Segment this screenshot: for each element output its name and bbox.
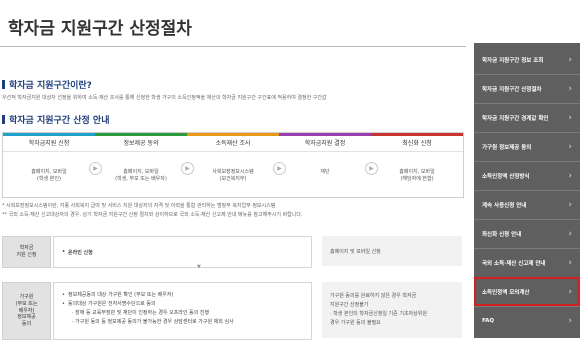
homepage-mobile-text: 홈페이지 및 모바일 신청 <box>330 249 381 255</box>
row-content-application: 온라인 신청 <box>53 236 312 268</box>
sidebar-item-procedure[interactable]: 학자금 지원구간 산정절차 › <box>474 74 580 103</box>
consent-note-4: 경우 가구원 동의 불필요 <box>330 320 381 326</box>
chevron-right-icon: › <box>568 84 572 94</box>
sidebar-item-label: 학자금 지원구간 산정절차 <box>482 87 542 93</box>
section-heading-definition: 학자금 지원구간이란? <box>2 78 92 91</box>
sidebar-item-label: 계속 사용신청 안내 <box>482 203 527 209</box>
step-title: 정보제공 동의 <box>95 136 187 152</box>
row-label-application: 학자금 지원 신청 <box>2 236 51 268</box>
note-overseas-report: ** 국외 소득·재산 신고대상자의 경우, 상기 학자금 지원구간 산정 절차… <box>2 212 303 218</box>
chevron-right-icon: › <box>568 229 572 239</box>
step-title: 학자금지원 결정 <box>279 136 371 152</box>
row-right-application: 홈페이지 및 모바일 신청 <box>322 236 462 266</box>
sidebar-item-continue-use[interactable]: 계속 사용신청 안내 › <box>474 190 580 219</box>
sidebar-item-label: 소득인정액 산정방식 <box>482 174 530 180</box>
chevron-right-icon: › <box>568 54 572 65</box>
sidebar-item-simulation[interactable]: 소득인정액 모의계산 › <box>474 277 580 306</box>
chevron-right-icon: › <box>568 142 572 152</box>
step-investigation: 소득재산 조사 사회보장정보시스템 (보건복지부) <box>187 136 279 197</box>
row-content-consent: 정보제공동의 대상 가구원 확인 (부모 또는 배우자) 동의대상 가구원은 전… <box>53 282 312 340</box>
sidebar-item-update[interactable]: 최신화 신청 안내 › <box>474 219 580 248</box>
row-right-consent: 가구원 동의를 완료하지 않은 경우 학자금 지원구간 산정불가 · 학생 본인… <box>322 282 462 338</box>
chevron-right-icon: › <box>568 316 572 326</box>
step-line1: 사회보장정보시스템 <box>212 169 254 175</box>
step-application: 학자금지원 신청 홈페이지, 모바일 (학생 본인) <box>3 136 95 197</box>
title-divider <box>0 46 466 47</box>
step-line1: 홈페이지, 모바일 <box>123 169 159 175</box>
step-line1: 홈페이지, 모바일 <box>399 169 435 175</box>
consent-note-2: 지원구간 산정불가 <box>330 302 369 308</box>
note-social-security-system: * 사회보장정보시스템이란, 각종 사회복지 급여 및 서비스 지원 대상자의 … <box>2 203 276 209</box>
online-application-text: 온라인 신청 <box>60 249 93 256</box>
consent-item-4: · 가구원 동의 등 정보제공 동의가 불가능한 경우 상담센터로 가구원 제외… <box>72 319 234 325</box>
down-arrow-icon: ▼ <box>197 264 201 270</box>
chevron-right-icon: ▶ <box>89 162 102 175</box>
step-title: 최신화 신청 <box>371 136 463 152</box>
step-line2: (학생 본인) <box>37 176 61 182</box>
step-consent: 정보제공 동의 홈페이지, 모바일 (학생, 부모 또는 배우자) <box>95 136 187 197</box>
consent-item-2: 동의대상 가구원은 전자서명수단으로 동의 <box>60 300 234 309</box>
sidebar-item-overseas[interactable]: 국외 소득·재산 신고제 안내 › <box>474 248 580 277</box>
chevron-right-icon: ▶ <box>181 162 194 175</box>
chevron-right-icon: › <box>568 287 572 297</box>
step-line2: (해당자에 한함) <box>400 176 434 182</box>
sidebar-item-label: 소득인정액 모의계산 <box>482 290 530 296</box>
chevron-right-icon: › <box>568 258 572 268</box>
section-heading-procedure: 학자금 지원구간 산정 안내 <box>2 113 109 126</box>
sidebar-item-label: 최신화 신청 안내 <box>482 232 522 238</box>
sidebar-item-faq[interactable]: FAQ › <box>474 306 580 335</box>
sidebar-item-label: 국외 소득·재산 신고제 안내 <box>482 261 546 267</box>
step-title: 학자금지원 신청 <box>3 136 95 152</box>
chevron-right-icon: › <box>568 171 572 181</box>
sidebar-item-label: FAQ <box>482 318 495 324</box>
sidebar-item-label: 학자금 지원구간 정보 조회 <box>482 57 544 64</box>
chevron-right-icon: ▶ <box>273 162 286 175</box>
chevron-right-icon: › <box>568 113 572 123</box>
step-line2: (보건복지부) <box>219 176 247 182</box>
sidebar-item-consent[interactable]: 가구원 정보제공 동의 › <box>474 132 580 161</box>
step-line1: 재단 <box>320 169 330 175</box>
sidebar-menu: 학자금 지원구간 정보 조회 › 학자금 지원구간 산정절차 › 학자금 지원구… <box>474 43 580 338</box>
consent-item-1: 정보제공동의 대상 가구원 확인 (부모 또는 배우자) <box>60 291 234 300</box>
chevron-right-icon: ▶ <box>365 162 378 175</box>
consent-note-1: 가구원 동의를 완료하지 않은 경우 학자금 <box>330 293 417 299</box>
sidebar-item-income-method[interactable]: 소득인정액 산정방식 › <box>474 161 580 190</box>
sidebar-item-lookup[interactable]: 학자금 지원구간 정보 조회 › <box>474 45 580 74</box>
step-line2: (학생, 부모 또는 배우자) <box>115 176 167 182</box>
consent-item-3: · 장애 등 교육부장관 및 재단이 인정하는 경우 오프라인 동의 진행 <box>72 310 210 316</box>
consent-note-3: · 학생 본인의 학자금신청일 기준 기초자상위원 <box>330 311 427 317</box>
procedure-steps: 학자금지원 신청 홈페이지, 모바일 (학생 본인) 정보제공 동의 홈페이지,… <box>2 132 464 198</box>
page-title: 학자금 지원구간 산정절차 <box>8 19 192 39</box>
step-update: 최신화 신청 홈페이지, 모바일 (해당자에 한함) <box>371 136 463 197</box>
step-decision: 학자금지원 결정 재단 <box>279 136 371 197</box>
sidebar-item-label: 가구원 정보제공 동의 <box>482 145 532 151</box>
sidebar-item-label: 학자금 지원구간 경계값 확인 <box>482 116 549 122</box>
step-line1: 홈페이지, 모바일 <box>31 169 67 175</box>
definition-text: 우선적 학자금지원 대상자 선정을 위하여 소득·재산 조사를 통해 신청한 학… <box>2 95 327 101</box>
step-title: 소득재산 조사 <box>187 136 279 152</box>
row-label-consent: 가구원 (부모 또는 배우자) 정보제공 동의 <box>2 282 51 340</box>
chevron-right-icon: › <box>568 200 572 210</box>
sidebar-item-boundary[interactable]: 학자금 지원구간 경계값 확인 › <box>474 103 580 132</box>
